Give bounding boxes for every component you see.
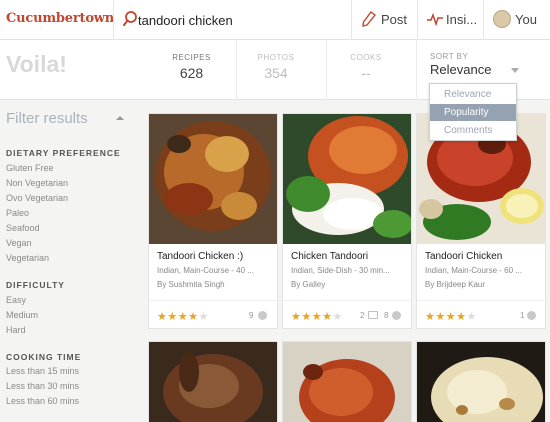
- recipe-photo[interactable]: [149, 342, 277, 422]
- filter-option[interactable]: Non Vegetarian: [6, 178, 68, 188]
- sort-option-comments[interactable]: Comments: [430, 122, 516, 139]
- filter-sidebar: Filter results DIETARY PREFERENCE Gluten…: [0, 100, 140, 422]
- comments-count: 2: [360, 311, 365, 320]
- recipe-photo[interactable]: [283, 342, 411, 422]
- filter-option[interactable]: Hard: [6, 325, 26, 335]
- filter-group-dietary: DIETARY PREFERENCE: [6, 148, 121, 158]
- filter-option[interactable]: Less than 30 mins: [6, 381, 79, 391]
- search-input[interactable]: [138, 10, 338, 30]
- sort-dropdown: Relevance Popularity Comments: [429, 83, 517, 141]
- star-rating: ★★★★★: [425, 311, 477, 323]
- card-footer: ★★★★★ 2 8: [283, 300, 411, 328]
- card-footer: ★★★★★ 1: [417, 300, 545, 328]
- search-bar[interactable]: [113, 0, 352, 40]
- recipe-author[interactable]: By Sushmita Singh: [157, 280, 225, 289]
- recipe-meta: Indian, Side-Dish - 30 min...: [291, 266, 390, 275]
- recipe-card[interactable]: [282, 341, 412, 422]
- filter-option[interactable]: Ovo Vegetarian: [6, 193, 68, 203]
- star-rating: ★★★★★: [291, 311, 343, 323]
- likes-count: 9: [249, 311, 254, 320]
- star-rating: ★★★★★: [157, 311, 209, 323]
- chevron-down-icon: [511, 68, 519, 73]
- recipe-card[interactable]: Tandoori Chicken :) Indian, Main-Course …: [148, 113, 278, 329]
- filter-group-cooking-time: COOKING TIME: [6, 352, 82, 362]
- recipe-author[interactable]: By Brijdeep Kaur: [425, 280, 485, 289]
- cooks-stat[interactable]: COOKS --: [326, 40, 405, 100]
- filter-title: Filter results: [6, 110, 88, 127]
- recipe-title[interactable]: Tandoori Chicken :): [157, 251, 243, 262]
- recipe-card[interactable]: Tandoori Chicken Indian, Main-Course - 6…: [416, 113, 546, 329]
- likes-count: 8: [384, 311, 389, 320]
- post-button[interactable]: Post: [352, 0, 418, 40]
- recipes-count: 628: [179, 65, 204, 81]
- recipe-photo[interactable]: [417, 342, 545, 422]
- cook-icon: [527, 311, 536, 320]
- recipes-label: RECIPES: [172, 53, 211, 62]
- recipe-card[interactable]: [148, 341, 278, 422]
- recipe-card[interactable]: [416, 341, 546, 422]
- photos-stat[interactable]: PHOTOS 354: [236, 40, 315, 100]
- brand-logo[interactable]: Cucumbertown: [6, 11, 114, 26]
- cooks-label: COOKS: [350, 53, 382, 62]
- filter-option[interactable]: Paleo: [6, 208, 29, 218]
- cooks-count: --: [361, 65, 371, 81]
- recipe-photo[interactable]: [149, 114, 277, 244]
- recipe-author[interactable]: By Galley: [291, 280, 325, 289]
- recipe-photo[interactable]: [283, 114, 411, 244]
- avatar: [493, 10, 511, 28]
- sort-value: Relevance: [430, 62, 492, 77]
- profile-button[interactable]: You: [484, 0, 550, 40]
- recipe-title[interactable]: Chicken Tandoori: [291, 251, 368, 262]
- recipe-card[interactable]: Chicken Tandoori Indian, Side-Dish - 30 …: [282, 113, 412, 329]
- card-footer: ★★★★★ 9: [149, 300, 277, 328]
- chevron-up-icon[interactable]: [116, 116, 124, 120]
- photos-label: PHOTOS: [257, 53, 295, 62]
- likes-count: 1: [520, 311, 525, 320]
- filter-option[interactable]: Seafood: [6, 223, 40, 233]
- post-label: Post: [381, 12, 408, 27]
- insights-label: Insi...: [446, 12, 478, 27]
- filter-option[interactable]: Less than 60 mins: [6, 396, 79, 406]
- pencil-icon: [362, 11, 376, 27]
- filter-option[interactable]: Medium: [6, 310, 38, 320]
- page-heading: Voila!: [6, 51, 67, 77]
- filter-group-difficulty: DIFFICULTY: [6, 280, 65, 290]
- recipe-meta: Indian, Main-Course - 60 ...: [425, 266, 522, 275]
- pulse-icon: [427, 12, 443, 27]
- filter-option[interactable]: Vegan: [6, 238, 32, 248]
- sort-option-popularity[interactable]: Popularity: [430, 104, 516, 121]
- profile-label: You: [515, 12, 537, 27]
- filter-option[interactable]: Vegetarian: [6, 253, 49, 263]
- insights-button[interactable]: Insi...: [418, 0, 484, 40]
- sort-option-relevance[interactable]: Relevance: [430, 86, 516, 103]
- cook-icon: [258, 311, 267, 320]
- recipe-title[interactable]: Tandoori Chicken: [425, 251, 502, 262]
- recipe-meta: Indian, Main-Course - 40 ...: [157, 266, 254, 275]
- recipes-stat[interactable]: RECIPES 628: [152, 40, 231, 100]
- filter-option[interactable]: Easy: [6, 295, 26, 305]
- photos-count: 354: [264, 65, 288, 81]
- comment-icon: [368, 311, 378, 319]
- top-bar: Cucumbertown Post Insi... You: [0, 0, 550, 40]
- cook-icon: [392, 311, 401, 320]
- filter-option[interactable]: Gluten Free: [6, 163, 54, 173]
- sort-label: SORT BY: [430, 52, 469, 61]
- filter-option[interactable]: Less than 15 mins: [6, 366, 79, 376]
